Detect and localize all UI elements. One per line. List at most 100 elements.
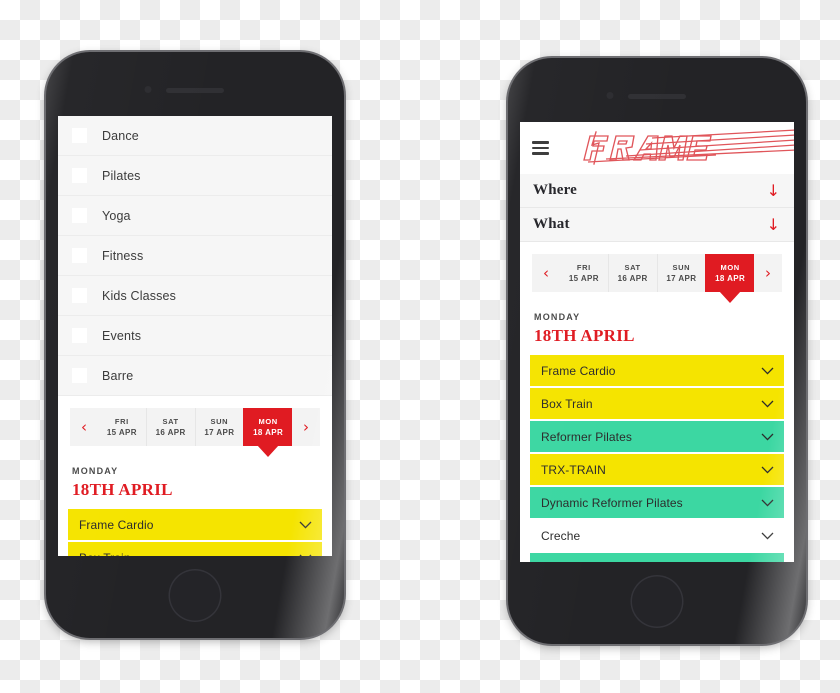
class-row[interactable]: Frame Cardio xyxy=(68,509,322,540)
category-label: Pilates xyxy=(102,168,141,183)
category-label: Fitness xyxy=(102,248,144,263)
class-list-left: Frame Cardio Box Train xyxy=(58,509,332,556)
category-row-events[interactable]: Events xyxy=(58,316,332,356)
next-day-button[interactable]: › xyxy=(754,254,782,292)
date-dow: FRI xyxy=(114,417,129,426)
date-day: 15 APR xyxy=(106,428,137,437)
class-row[interactable]: Reformer Pilates xyxy=(530,421,784,452)
category-label: Dance xyxy=(102,128,139,143)
checkbox-icon[interactable] xyxy=(72,288,87,303)
date-strip: ‹ FRI 15 APR SAT 16 APR SUN 17 APR MON 1… xyxy=(70,408,320,446)
chevron-down-icon[interactable] xyxy=(761,466,774,474)
page-title: 18TH APRIL xyxy=(534,326,635,345)
chevron-down-icon[interactable] xyxy=(761,367,774,375)
chevron-down-icon[interactable] xyxy=(299,554,312,556)
page-title: 18TH APRIL xyxy=(72,480,173,499)
date-dow: MON xyxy=(720,263,740,272)
category-label: Kids Classes xyxy=(102,288,177,303)
date-day: 18 APR xyxy=(253,428,284,437)
category-filter-list: Dance Pilates Yoga Fitness Kids Classes … xyxy=(58,116,332,396)
chevron-down-icon[interactable] xyxy=(761,433,774,441)
date-day: 16 APR xyxy=(617,274,648,283)
filter-label: Where xyxy=(533,182,578,198)
prev-day-button[interactable]: ‹ xyxy=(532,254,560,292)
day-heading-left: MONDAY 18TH APRIL xyxy=(58,446,332,509)
date-cell-fri[interactable]: FRI 15 APR xyxy=(560,254,608,292)
checkbox-icon[interactable] xyxy=(72,208,87,223)
date-cell-sat[interactable]: SAT 16 APR xyxy=(607,254,657,292)
checkbox-icon[interactable] xyxy=(72,328,87,343)
arrow-down-icon[interactable]: ↓ xyxy=(767,216,780,233)
app-header xyxy=(520,122,794,174)
checkbox-icon[interactable] xyxy=(72,128,87,143)
date-dow: SAT xyxy=(624,263,641,272)
home-button[interactable] xyxy=(168,569,222,622)
phone-mockup-right: Where ↓ What ↓ ‹ FRI 15 APR SAT 16 APR S… xyxy=(508,58,806,644)
category-row-fitness[interactable]: Fitness xyxy=(58,236,332,276)
chevron-down-icon[interactable] xyxy=(761,532,774,540)
date-cell-mon-selected[interactable]: MON 18 APR xyxy=(243,408,292,446)
screen-left: Dance Pilates Yoga Fitness Kids Classes … xyxy=(58,116,332,556)
class-row[interactable]: Box Train xyxy=(68,542,322,556)
category-row-pilates[interactable]: Pilates xyxy=(58,156,332,196)
class-name: Reformer Pilates xyxy=(541,429,632,444)
date-cell-sun[interactable]: SUN 17 APR xyxy=(656,254,706,292)
home-button[interactable] xyxy=(630,575,684,628)
filter-row-what[interactable]: What ↓ xyxy=(520,208,794,242)
screen-right: Where ↓ What ↓ ‹ FRI 15 APR SAT 16 APR S… xyxy=(520,122,794,562)
date-strip: ‹ FRI 15 APR SAT 16 APR SUN 17 APR MON 1… xyxy=(532,254,782,292)
front-camera-icon xyxy=(144,86,152,93)
hamburger-menu-icon[interactable] xyxy=(532,141,549,155)
arrow-down-icon[interactable]: ↓ xyxy=(767,182,780,199)
checkbox-icon[interactable] xyxy=(72,168,87,183)
category-row-kids-classes[interactable]: Kids Classes xyxy=(58,276,332,316)
front-camera-icon xyxy=(606,92,614,99)
date-selector-left: ‹ FRI 15 APR SAT 16 APR SUN 17 APR MON 1… xyxy=(58,396,332,446)
date-day: 17 APR xyxy=(666,274,697,283)
date-dow: SUN xyxy=(672,263,691,272)
date-cell-sat[interactable]: SAT 16 APR xyxy=(145,408,195,446)
date-cell-mon-selected[interactable]: MON 18 APR xyxy=(705,254,754,292)
category-row-yoga[interactable]: Yoga xyxy=(58,196,332,236)
day-heading-right: MONDAY 18TH APRIL xyxy=(520,292,794,355)
chevron-down-icon[interactable] xyxy=(761,499,774,507)
next-day-button[interactable]: › xyxy=(292,408,320,446)
class-name: Box Train xyxy=(79,551,131,557)
class-name: TRX-TRAIN xyxy=(541,462,606,477)
filter-row-where[interactable]: Where ↓ xyxy=(520,174,794,208)
filter-label: What xyxy=(533,216,570,232)
date-day: 18 APR xyxy=(715,274,746,283)
date-dow: FRI xyxy=(576,263,591,272)
class-row[interactable]: TRX-TRAIN xyxy=(530,454,784,485)
earpiece-speaker xyxy=(166,88,224,93)
prev-day-button[interactable]: ‹ xyxy=(70,408,98,446)
chevron-down-icon[interactable] xyxy=(761,400,774,408)
category-label: Events xyxy=(102,328,142,343)
class-row[interactable]: Reformer Pilates xyxy=(530,553,784,562)
frame-logo[interactable] xyxy=(566,126,794,172)
date-cell-fri[interactable]: FRI 15 APR xyxy=(98,408,146,446)
date-cells: FRI 15 APR SAT 16 APR SUN 17 APR MON 18 … xyxy=(560,254,754,292)
date-day: 16 APR xyxy=(155,428,186,437)
class-name: Dynamic Reformer Pilates xyxy=(541,495,683,510)
class-row[interactable]: Creche xyxy=(530,520,784,551)
checkbox-icon[interactable] xyxy=(72,368,87,383)
class-name: Frame Cardio xyxy=(79,517,154,532)
phone-mockup-left: Dance Pilates Yoga Fitness Kids Classes … xyxy=(46,52,344,638)
category-label: Barre xyxy=(102,368,134,383)
date-day: 17 APR xyxy=(204,428,235,437)
chevron-down-icon[interactable] xyxy=(299,521,312,529)
checkbox-icon[interactable] xyxy=(72,248,87,263)
category-row-barre[interactable]: Barre xyxy=(58,356,332,396)
category-label: Yoga xyxy=(102,208,131,223)
date-day: 15 APR xyxy=(568,274,599,283)
earpiece-speaker xyxy=(628,94,686,99)
class-name: Reformer Pilates xyxy=(541,562,632,563)
class-row[interactable]: Dynamic Reformer Pilates xyxy=(530,487,784,518)
date-cells: FRI 15 APR SAT 16 APR SUN 17 APR MON 18 … xyxy=(98,408,292,446)
category-row-dance[interactable]: Dance xyxy=(58,116,332,156)
class-row[interactable]: Frame Cardio xyxy=(530,355,784,386)
class-row[interactable]: Box Train xyxy=(530,388,784,419)
date-cell-sun[interactable]: SUN 17 APR xyxy=(194,408,244,446)
class-name: Creche xyxy=(541,528,581,543)
